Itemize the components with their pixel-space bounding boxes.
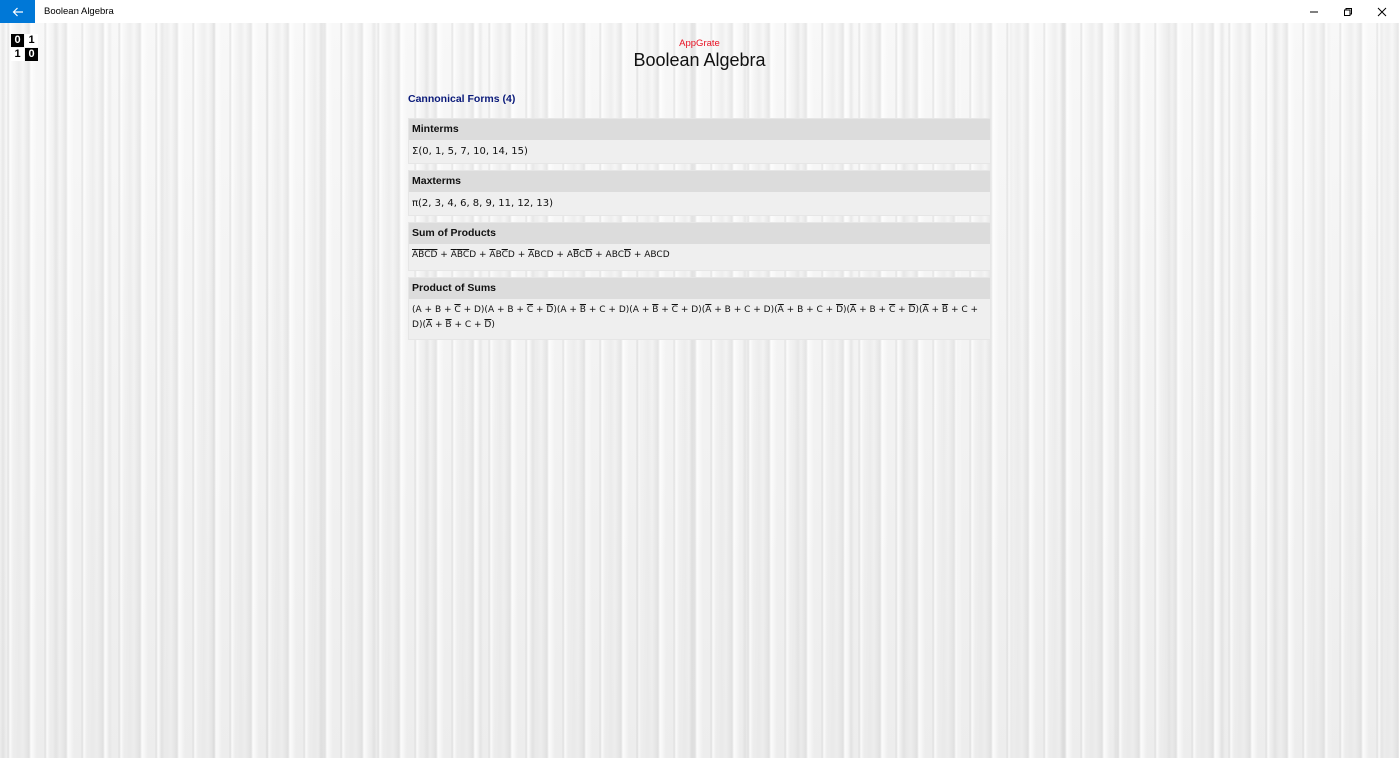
sum-of-products-value: ABCD + ABCD + ABCD + ABCD + ABCD + ABCD … [412,250,670,260]
variable: B [724,305,731,315]
product-term: ABCD [412,250,437,260]
close-icon [1377,7,1387,16]
maxterms-card: Maxterms π(2, 3, 4, 6, 8, 9, 11, 12, 13) [408,170,991,216]
variable: D [691,305,699,315]
card-heading: Sum of Products [409,223,990,244]
variable: D [484,320,492,330]
product-of-sums-value: (A + B + C + D)(A + B + C + D)(A + B + C… [409,299,990,339]
variable: B [869,305,876,315]
variable: D [473,305,481,315]
back-button[interactable] [0,0,35,23]
variable: C [888,305,896,315]
variable: D [546,305,554,315]
minimize-button[interactable] [1297,0,1331,23]
variable: A [425,320,433,330]
window-title: Boolean Algebra [44,6,114,17]
title-bar: Boolean Algebra [0,0,1399,23]
product-term: ABCD [644,250,669,260]
variable: D [412,320,419,330]
brand-label: AppGrate [679,38,720,49]
close-button[interactable] [1365,0,1399,23]
card-heading: Maxterms [409,171,990,192]
variable: B [797,305,804,315]
product-term: ABCD [528,250,553,260]
variable: C [464,320,472,330]
sum-term: (A + B + C + D) [484,305,557,315]
variable: C [816,305,823,315]
variable: D [585,250,593,260]
product-term: ABCD [567,250,592,260]
product-term: ABCD [606,250,631,260]
main-content: Cannonical Forms (4) Minterms Σ(0, 1, 5,… [408,89,991,340]
card-heading: Minterms [409,119,990,140]
variable: C [599,305,606,315]
restore-button[interactable] [1331,0,1365,23]
variable: C [671,305,678,315]
product-term: ABCD [451,250,476,260]
variable: A [705,305,712,315]
card-heading: Product of Sums [409,278,990,299]
canonical-forms-link[interactable]: Cannonical Forms (4) [408,92,515,106]
variable: D [618,305,626,315]
product-of-sums-card: Product of Sums (A + B + C + D)(A + B + … [408,277,991,340]
page-title: Boolean Algebra [633,50,766,70]
maxterms-value: π(2, 3, 4, 6, 8, 9, 11, 12, 13) [412,198,554,209]
variable: B [941,305,949,315]
variable: C [744,305,751,315]
sum-term: (A + B + C + D) [556,305,630,315]
variable: A [415,305,422,315]
sum-term: (A + B + C + D) [422,320,495,330]
variable: D [908,305,916,315]
variable: B [652,305,659,315]
sum-term: (A + B + C + D) [774,305,847,315]
minimize-icon [1310,11,1318,12]
back-arrow-icon [12,7,23,16]
restore-icon [1344,7,1352,16]
minterms-value: Σ(0, 1, 5, 7, 10, 14, 15) [412,146,528,157]
variable: C [526,305,534,315]
sum-term: (A + B + C + D) [846,305,919,315]
variable: D [763,305,771,315]
variable: D [546,250,554,260]
variable: A [777,305,784,315]
variable: B [434,305,442,315]
sum-term: (A + B + C + D) [412,305,485,315]
variable: D [624,250,631,260]
variable: D [430,250,438,260]
sum-of-products-card: Sum of Products ABCD + ABCD + ABCD + ABC… [408,222,991,271]
product-term: ABCD [489,250,514,260]
variable: B [579,305,586,315]
variable: D [662,250,670,260]
sum-term: (A + B + C + D) [701,305,775,315]
variable: A [922,305,929,315]
sum-term: (A + B + C + D) [629,305,702,315]
variable: A [560,305,567,315]
window-controls [1297,0,1399,23]
variable: B [445,320,452,330]
variable: D [469,250,477,260]
variable: A [850,305,857,315]
variable: A [632,305,639,315]
variable: C [454,305,461,315]
variable: B [507,305,514,315]
variable: D [836,305,844,315]
variable: A [487,305,495,315]
minterms-card: Minterms Σ(0, 1, 5, 7, 10, 14, 15) [408,118,991,164]
variable: D [507,250,515,260]
variable: C [961,305,968,315]
